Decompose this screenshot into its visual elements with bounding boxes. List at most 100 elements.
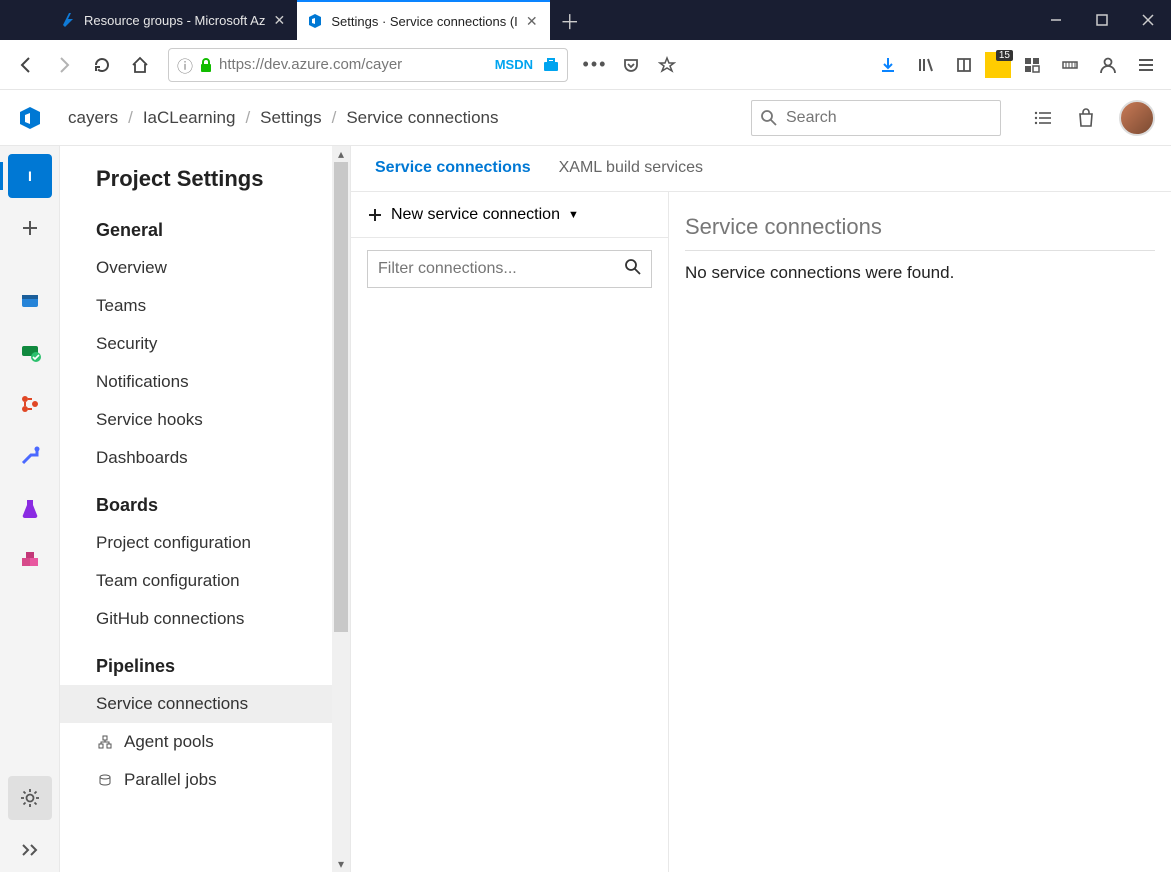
rail-add[interactable] [8,206,52,250]
browser-titlebar: Resource groups - Microsoft Az ✕ Setting… [0,0,1171,40]
reload-button[interactable] [84,47,120,83]
window-minimize-button[interactable] [1033,0,1079,40]
breadcrumb: cayers / IaCLearning / Settings / Servic… [68,108,498,128]
svg-text:I: I [28,168,32,184]
list-icon[interactable] [1033,108,1053,128]
url-input[interactable] [219,56,489,73]
lock-icon [199,57,213,73]
downloads-button[interactable] [871,48,905,82]
browser-tab-1[interactable]: Settings · Service connections (I ✕ [297,0,549,40]
scrollbar-thumb[interactable] [334,162,348,632]
link-notifications[interactable]: Notifications [96,363,322,401]
link-overview[interactable]: Overview [96,249,322,287]
search-icon[interactable] [624,258,642,276]
window-close-button[interactable] [1125,0,1171,40]
link-parallel-jobs[interactable]: Parallel jobs [96,761,322,799]
section-pipelines: Pipelines [96,656,322,677]
scroll-up-icon[interactable]: ▴ [334,146,348,162]
rail-expand[interactable] [8,828,52,872]
link-dashboards[interactable]: Dashboards [96,439,322,477]
home-button[interactable] [122,47,158,83]
notes-button[interactable]: 15 [985,52,1011,78]
section-general: General [96,220,322,241]
app-search[interactable] [751,100,1001,136]
link-service-connections[interactable]: Service connections [60,685,350,723]
connection-list-pane: New service connection ▼ [351,192,669,872]
browser-tab-0[interactable]: Resource groups - Microsoft Az ✕ [50,0,297,40]
link-security[interactable]: Security [96,325,322,363]
bookmark-star-button[interactable] [650,48,684,82]
breadcrumb-settings[interactable]: Settings [260,108,321,128]
section-boards: Boards [96,495,322,516]
reader-button[interactable] [947,48,981,82]
breadcrumb-current: Service connections [346,108,498,128]
new-service-connection-button[interactable]: New service connection ▼ [351,192,668,238]
msdn-label[interactable]: MSDN [495,57,533,72]
close-icon[interactable]: ✕ [524,13,540,29]
detail-pane: Service connections No service connectio… [669,192,1171,872]
azure-favicon [60,12,76,28]
user-avatar[interactable] [1119,100,1155,136]
badge-count: 15 [996,50,1013,61]
breadcrumb-org[interactable]: cayers [68,108,118,128]
devops-favicon [307,13,323,29]
settings-title: Project Settings [96,166,322,192]
close-icon[interactable]: ✕ [271,12,287,28]
briefcase-icon[interactable] [543,58,559,72]
link-team-config[interactable]: Team configuration [96,562,322,600]
url-bar[interactable]: ⓘ MSDN [168,48,568,82]
link-agent-pools[interactable]: Agent pools [96,723,322,761]
content-area: Service connections XAML build services … [350,146,1171,872]
pocket-button[interactable] [614,48,648,82]
breadcrumb-separator: / [332,108,337,128]
cylinder-icon [96,773,114,787]
app-header: cayers / IaCLearning / Settings / Servic… [0,90,1171,146]
tab-title: Resource groups - Microsoft Az [84,13,265,28]
devops-logo[interactable] [16,104,44,132]
link-teams[interactable]: Teams [96,287,322,325]
scroll-down-icon[interactable]: ▾ [334,856,348,872]
rail-test[interactable] [8,330,52,374]
rail-settings[interactable] [8,776,52,820]
hamburger-menu-button[interactable] [1129,48,1163,82]
back-button[interactable] [8,47,44,83]
plus-icon [367,207,383,223]
hierarchy-icon [96,735,114,749]
rail-pipelines[interactable] [8,434,52,478]
link-project-config[interactable]: Project configuration [96,524,322,562]
new-tab-button[interactable]: ＋ [550,0,590,40]
rail-project[interactable]: I [8,154,52,198]
filter-input[interactable] [367,250,652,288]
addons-button[interactable] [1015,48,1049,82]
search-icon [760,109,778,127]
settings-sidebar: ▴ ▾ Project Settings General Overview Te… [60,146,350,872]
browser-navbar: ⓘ MSDN ••• 15 [0,40,1171,90]
account-button[interactable] [1091,48,1125,82]
window-maximize-button[interactable] [1079,0,1125,40]
breadcrumb-separator: / [128,108,133,128]
link-github[interactable]: GitHub connections [96,600,322,638]
empty-message: No service connections were found. [685,263,1155,283]
nav-rail: I [0,146,60,872]
library-button[interactable] [909,48,943,82]
breadcrumb-separator: / [245,108,250,128]
search-input[interactable] [786,109,993,127]
sidebar-scrollbar[interactable]: ▴ ▾ [332,146,350,872]
content-tabs: Service connections XAML build services [351,146,1171,192]
tab-title: Settings · Service connections (I [331,14,517,29]
breadcrumb-project[interactable]: IaCLearning [143,108,236,128]
more-button[interactable]: ••• [578,48,612,82]
rail-repos[interactable] [8,382,52,426]
rail-artifacts[interactable] [8,538,52,582]
info-icon[interactable]: ⓘ [177,53,193,77]
rail-testplans[interactable] [8,486,52,530]
ruler-button[interactable] [1053,48,1087,82]
link-service-hooks[interactable]: Service hooks [96,401,322,439]
forward-button[interactable] [46,47,82,83]
tab-service-connections[interactable]: Service connections [375,159,531,179]
shopping-bag-icon[interactable] [1077,108,1095,128]
chevron-down-icon: ▼ [568,209,579,221]
rail-boards[interactable] [8,278,52,322]
detail-title: Service connections [685,214,1155,251]
tab-xaml-build[interactable]: XAML build services [559,159,703,179]
